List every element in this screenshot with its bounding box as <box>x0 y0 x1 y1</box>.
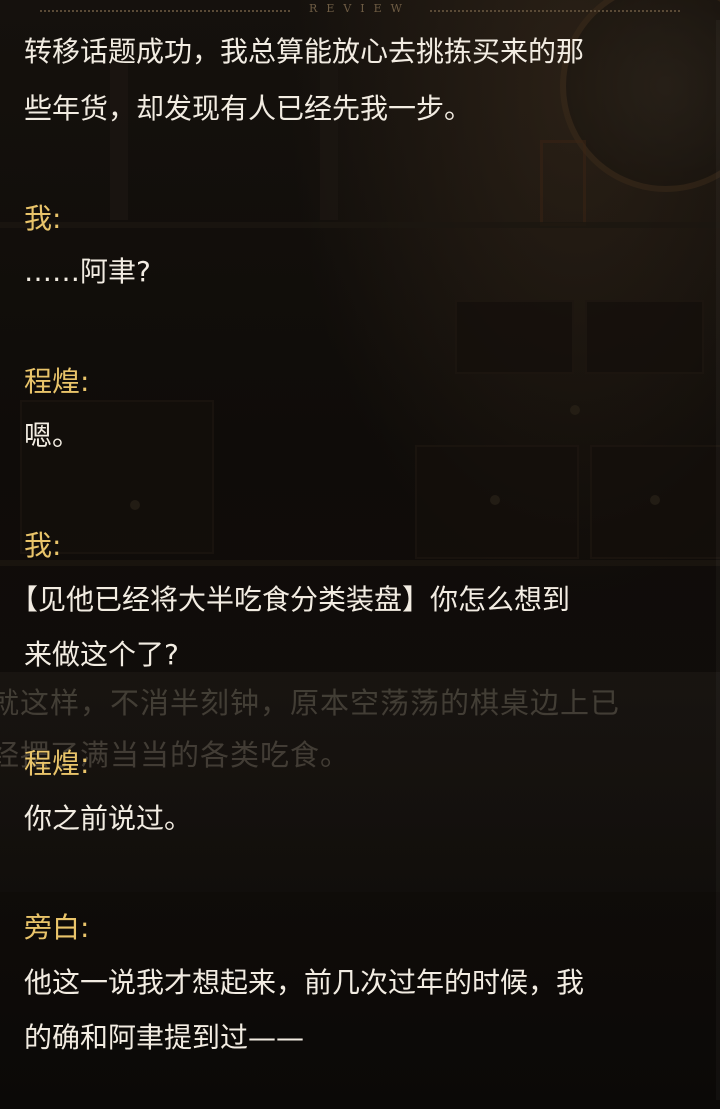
candle-stand-right <box>320 60 338 220</box>
speaker-name: 我: <box>24 529 62 562</box>
drawer-knob <box>570 405 580 415</box>
speaker-name: 旁白: <box>24 911 90 944</box>
cabinet-drawer <box>455 300 574 374</box>
shelf-divider <box>0 222 720 228</box>
log-text-line: 嗯。 <box>24 419 81 452</box>
review-header: REVIEW <box>0 0 720 20</box>
log-text-line: 来做这个了? <box>24 638 179 671</box>
log-scrollbar[interactable] <box>716 20 720 1100</box>
drawer-knob <box>650 495 660 505</box>
shelf-divider <box>0 560 720 566</box>
header-dotted-rule-right <box>430 10 680 12</box>
log-text-line: 的确和阿聿提到过—— <box>24 1021 305 1054</box>
background-narration-line: 就这样，不消半刻钟，原本空荡荡的棋桌边上已 <box>0 686 621 720</box>
drawer-knob <box>130 500 140 510</box>
drawer-knob <box>490 495 500 505</box>
lattice-decoration <box>540 140 586 226</box>
background-narration-box: 就这样，不消半刻钟，原本空荡荡的棋桌边上已 经摆了满当当的各类吃食。 <box>0 672 720 892</box>
background-scene: 就这样，不消半刻钟，原本空荡荡的棋桌边上已 经摆了满当当的各类吃食。 <box>0 0 720 1109</box>
log-text-line: 你之前说过。 <box>24 802 193 835</box>
log-text-line: 转移话题成功，我总算能放心去挑拣买来的那 <box>24 35 585 68</box>
log-text-line: 他这一说我才想起来，前几次过年的时候，我 <box>24 966 585 999</box>
log-text-line: 些年货，却发现有人已经先我一步。 <box>24 92 473 125</box>
cabinet-drawer <box>585 300 704 374</box>
speaker-name: 我: <box>24 202 62 235</box>
candle-stand-left <box>110 60 128 220</box>
speaker-name: 程煌: <box>24 365 90 398</box>
speaker-name: 程煌: <box>24 747 90 780</box>
review-title: REVIEW <box>309 2 411 15</box>
log-text-line: ……阿聿? <box>24 255 151 288</box>
log-text-line: 【见他已经将大半吃食分类装盘】你怎么想到 <box>10 583 571 616</box>
